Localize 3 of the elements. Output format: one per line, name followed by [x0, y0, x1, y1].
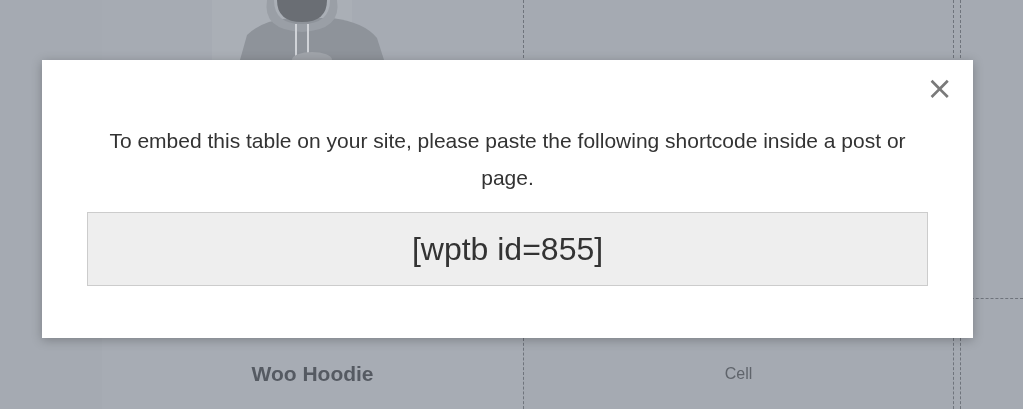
embed-instructions: To embed this table on your site, please paste the following shortcode inside a post or page.	[108, 128, 907, 191]
close-button[interactable]: ×	[922, 72, 957, 104]
shortcode-field[interactable]: [wptb id=855]	[87, 212, 928, 286]
